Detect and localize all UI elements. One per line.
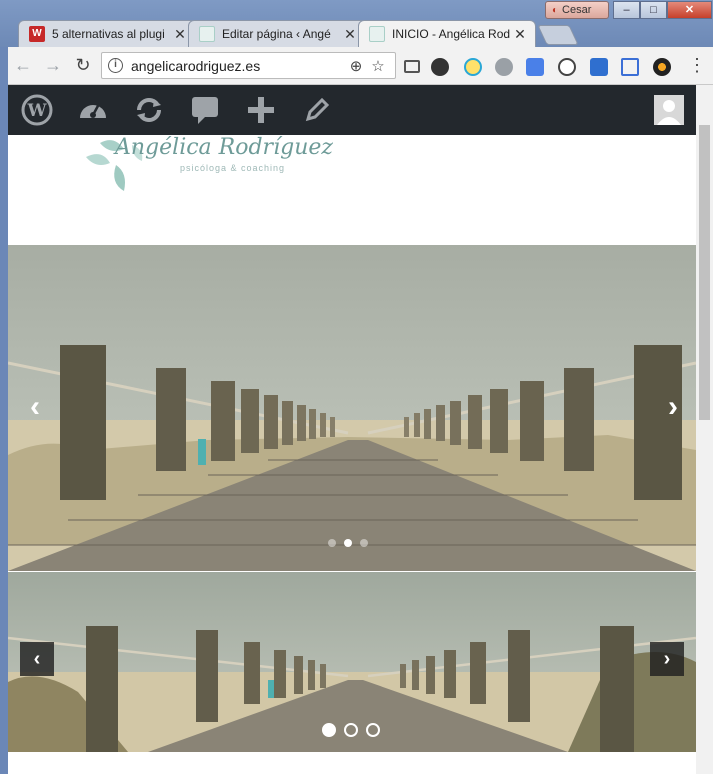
profile-icon: ◐ bbox=[552, 4, 559, 16]
extension-cloud-icon[interactable] bbox=[495, 58, 513, 76]
color-picker-icon[interactable] bbox=[653, 58, 671, 76]
speed-gauge-icon[interactable] bbox=[558, 58, 576, 76]
comments-icon[interactable] bbox=[188, 93, 222, 127]
slider-dot-active[interactable] bbox=[322, 723, 336, 737]
hero-slider: ‹ › bbox=[8, 245, 696, 571]
site-leaf-icon bbox=[199, 26, 215, 42]
tab-strip: W 5 alternativas al plugi ✕ Editar págin… bbox=[18, 20, 579, 47]
media-player-icon[interactable] bbox=[464, 58, 482, 76]
browser-menu-icon[interactable]: ⋮ bbox=[688, 55, 706, 76]
new-content-icon[interactable] bbox=[244, 93, 278, 127]
slider-dot[interactable] bbox=[366, 723, 380, 737]
user-avatar[interactable] bbox=[654, 95, 684, 125]
tab-inicio[interactable]: INICIO - Angélica Rod ✕ bbox=[358, 20, 536, 47]
cast-icon[interactable] bbox=[404, 60, 420, 73]
tab-wordfence[interactable]: W 5 alternativas al plugi ✕ bbox=[18, 20, 196, 47]
slider-dot[interactable] bbox=[328, 539, 336, 547]
bookmark-star-icon[interactable]: ☆ bbox=[367, 57, 389, 75]
tab-title: 5 alternativas al plugi bbox=[52, 27, 165, 41]
site-logo[interactable]: Angélica Rodríguez psicóloga & coaching bbox=[80, 135, 333, 200]
slider-dots bbox=[328, 539, 368, 547]
tab-edit-page[interactable]: Editar página ‹ Angé ✕ bbox=[188, 20, 366, 47]
back-button[interactable]: ← bbox=[8, 55, 38, 76]
slider-prev-button[interactable]: ‹ bbox=[20, 642, 54, 676]
ghostery-icon[interactable] bbox=[431, 58, 449, 76]
wordfence-icon: W bbox=[29, 26, 45, 42]
tab-title: Editar página ‹ Angé bbox=[222, 27, 331, 41]
reload-button[interactable]: ↻ bbox=[68, 55, 98, 76]
slider-dot[interactable] bbox=[360, 539, 368, 547]
updates-icon[interactable] bbox=[132, 93, 166, 127]
slider-prev-button[interactable]: ‹ bbox=[22, 392, 48, 424]
url-text[interactable]: angelicarodriguez.es bbox=[131, 58, 345, 74]
slider-dot[interactable] bbox=[344, 723, 358, 737]
zoom-icon[interactable]: ⊕ bbox=[345, 57, 367, 75]
logo-subtitle: psicóloga & coaching bbox=[180, 163, 286, 173]
tab-close-icon[interactable]: ✕ bbox=[173, 26, 187, 43]
slider-next-button[interactable]: › bbox=[650, 642, 684, 676]
edit-page-icon[interactable] bbox=[300, 93, 334, 127]
profile-name: Cesar bbox=[562, 4, 592, 16]
site-leaf-icon bbox=[369, 26, 385, 42]
scrollbar-thumb[interactable] bbox=[699, 125, 710, 420]
translate-icon[interactable] bbox=[526, 58, 544, 76]
window-titlebar: W 5 alternativas al plugi ✕ Editar págin… bbox=[0, 0, 713, 47]
svg-text:W: W bbox=[26, 101, 47, 121]
page-scrollbar[interactable] bbox=[696, 85, 713, 774]
secondary-slider: ‹ › bbox=[8, 572, 696, 752]
slider-next-button[interactable]: › bbox=[660, 392, 686, 424]
boardwalk-slide-image bbox=[8, 245, 696, 571]
page-viewport: W Angélica Rodríguez psicóloga & coachin… bbox=[8, 85, 696, 774]
slider-dot-active[interactable] bbox=[344, 539, 352, 547]
forward-button[interactable]: → bbox=[38, 55, 68, 76]
slider-dots bbox=[322, 723, 380, 737]
window-resizer-icon[interactable] bbox=[590, 58, 608, 76]
tab-close-icon[interactable]: ✕ bbox=[343, 26, 357, 43]
minimize-button[interactable]: – bbox=[613, 1, 640, 19]
profile-button[interactable]: ◐ Cesar bbox=[545, 1, 609, 19]
tab-close-icon[interactable]: ✕ bbox=[513, 26, 527, 43]
tab-title: INICIO - Angélica Rod bbox=[392, 27, 511, 41]
wp-admin-bar: W bbox=[8, 85, 696, 135]
wordpress-logo-icon[interactable]: W bbox=[20, 93, 54, 127]
dashboard-icon[interactable] bbox=[76, 93, 110, 127]
site-info-icon[interactable]: i bbox=[108, 58, 123, 73]
maximize-button[interactable]: □ bbox=[640, 1, 667, 19]
window-controls: – □ ✕ bbox=[613, 1, 712, 19]
browser-toolbar: ← → ↻ i angelicarodriguez.es ⊕ ☆ ⋮ bbox=[8, 47, 713, 85]
logo-title: Angélica Rodríguez bbox=[115, 135, 333, 160]
close-window-button[interactable]: ✕ bbox=[667, 1, 712, 19]
new-tab-button[interactable] bbox=[537, 25, 579, 45]
page-content-area bbox=[8, 752, 696, 774]
fullscreen-capture-icon[interactable] bbox=[621, 58, 639, 76]
site-header: Angélica Rodríguez psicóloga & coaching bbox=[8, 135, 696, 245]
address-bar[interactable]: i angelicarodriguez.es ⊕ ☆ bbox=[101, 52, 396, 79]
